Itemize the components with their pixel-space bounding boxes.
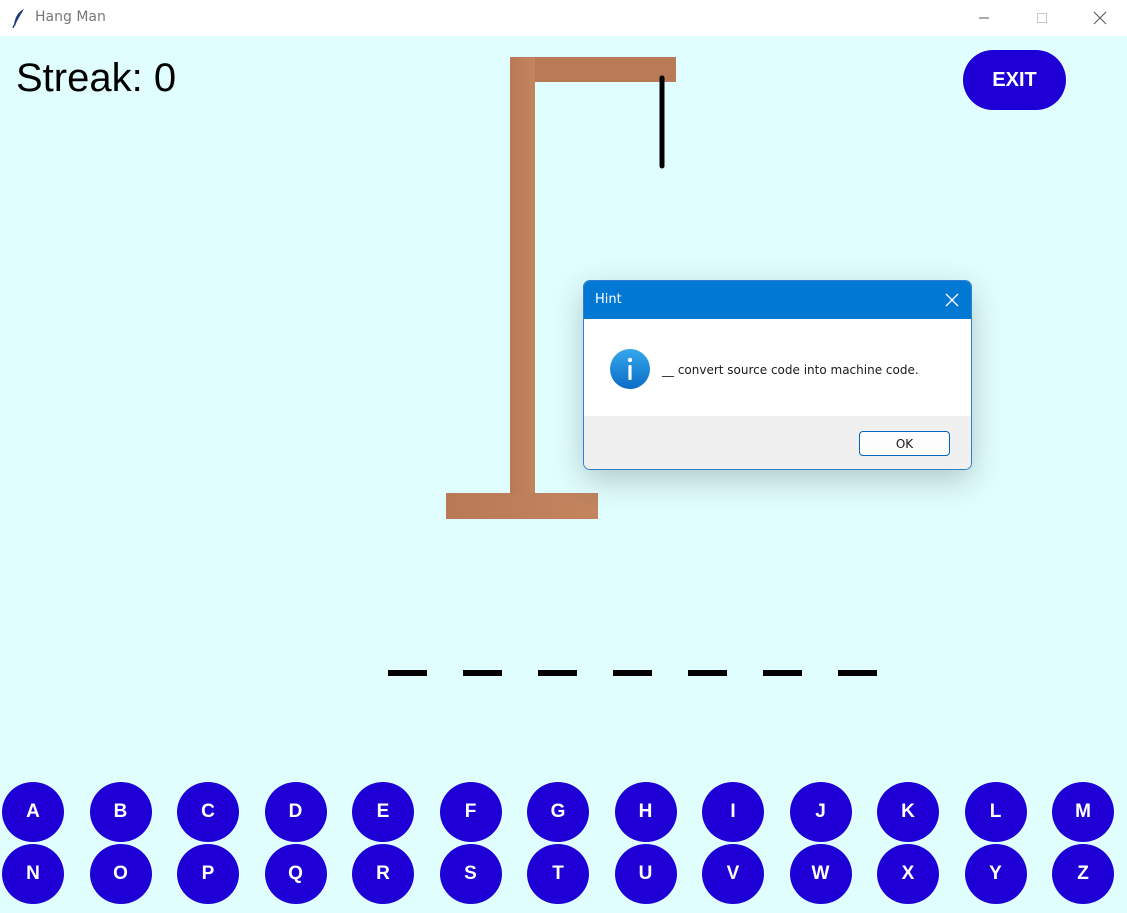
letter-key-u[interactable]: U <box>614 844 677 904</box>
window-titlebar: Hang Man <box>0 0 1127 36</box>
info-icon <box>610 349 650 389</box>
letter-key-k[interactable]: K <box>877 782 939 842</box>
letter-key-f[interactable]: F <box>439 782 502 842</box>
letter-key-s[interactable]: S <box>439 844 502 904</box>
letter-key-z[interactable]: Z <box>1052 844 1114 904</box>
letter-key-h[interactable]: H <box>614 782 677 842</box>
game-canvas: Streak: 0 EXIT ABCDEFGHIJKLMNOPQRSTUVWXY… <box>0 36 1127 913</box>
letter-key-t[interactable]: T <box>527 844 589 904</box>
letter-key-e[interactable]: E <box>352 782 414 842</box>
letter-blank <box>613 670 652 676</box>
letter-key-c[interactable]: C <box>177 782 239 842</box>
letter-key-d[interactable]: D <box>264 782 327 842</box>
letter-key-w[interactable]: W <box>789 844 852 904</box>
letter-key-q[interactable]: Q <box>264 844 327 904</box>
gallows-post <box>510 57 535 493</box>
minimize-icon <box>979 17 989 19</box>
dialog-title: Hint <box>595 292 622 307</box>
maximize-icon <box>1037 13 1047 23</box>
minimize-button[interactable] <box>961 0 1007 36</box>
letter-key-x[interactable]: X <box>877 844 939 904</box>
close-icon[interactable] <box>943 291 961 309</box>
letter-key-j[interactable]: J <box>789 782 852 842</box>
letter-key-i[interactable]: I <box>702 782 764 842</box>
feather-icon <box>12 9 24 28</box>
letter-blank <box>688 670 727 676</box>
maximize-button[interactable] <box>1019 0 1065 36</box>
letter-key-v[interactable]: V <box>702 844 764 904</box>
letter-key-p[interactable]: P <box>177 844 239 904</box>
dialog-body: __ convert source code into machine code… <box>584 319 971 416</box>
hint-dialog: Hint __ convert source code into machine… <box>583 280 972 470</box>
dialog-message: __ convert source code into machine code… <box>662 363 919 377</box>
letter-blank <box>763 670 802 676</box>
dialog-header: Hint <box>584 281 971 319</box>
close-icon <box>1093 11 1107 25</box>
ok-button[interactable]: OK <box>859 431 950 456</box>
window-title: Hang Man <box>35 9 106 25</box>
gallows-drawing <box>446 57 676 519</box>
letter-blank <box>388 670 427 676</box>
letter-blank <box>538 670 577 676</box>
letter-key-a[interactable]: A <box>2 782 64 842</box>
dialog-footer: OK <box>584 416 971 469</box>
letter-key-r[interactable]: R <box>352 844 414 904</box>
letter-blank <box>838 670 877 676</box>
letter-key-m[interactable]: M <box>1052 782 1114 842</box>
letter-blank <box>463 670 502 676</box>
letter-key-o[interactable]: O <box>89 844 152 904</box>
letter-key-l[interactable]: L <box>964 782 1027 842</box>
gallows-base <box>446 493 598 519</box>
letter-key-g[interactable]: G <box>527 782 589 842</box>
close-window-button[interactable] <box>1077 0 1123 36</box>
letter-key-n[interactable]: N <box>2 844 64 904</box>
letter-key-y[interactable]: Y <box>964 844 1027 904</box>
letter-key-b[interactable]: B <box>89 782 152 842</box>
